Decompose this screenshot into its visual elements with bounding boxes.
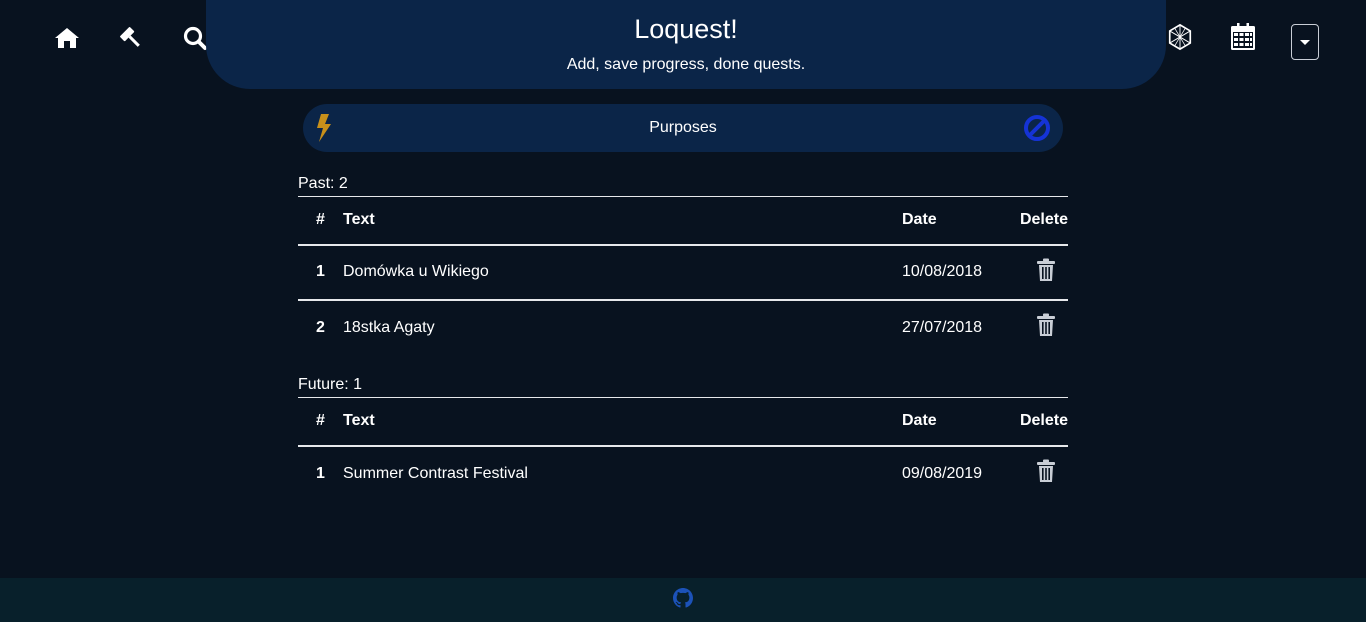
delete-cell [1002,244,1068,301]
header-banner: Loquest! Add, save progress, done quests… [206,0,1166,89]
column-header-delete: Delete [1002,196,1068,246]
caret-down-icon [1300,39,1310,45]
column-header-delete: Delete [1002,397,1068,447]
row-number: 1 [316,464,325,482]
gavel-icon[interactable] [117,24,145,52]
quest-text: Domówka u Wikiego [343,244,902,301]
column-header-date: Date [902,196,1002,246]
past-count-label: Past: 2 [298,175,348,192]
table-row: 2 18stka Agaty 27/07/2018 [298,300,1068,355]
row-number: 2 [316,318,325,336]
future-count-label: Future: 1 [298,376,363,393]
column-header-num: # [298,397,343,447]
quest-date: 09/08/2019 [902,464,983,482]
footer [0,578,1366,622]
quest-text: 18stka Agaty [343,318,435,336]
delete-cell [1002,446,1068,501]
delete-cell [1002,300,1068,355]
column-header-text: Text [343,397,902,447]
page-subtitle: Add, save progress, done quests. [566,56,806,73]
purposes-bar[interactable]: Purposes [303,104,1063,152]
trash-icon[interactable] [1036,313,1056,342]
row-number: 1 [298,244,343,301]
trash-icon[interactable] [1036,459,1056,488]
column-header-text: Text [343,196,902,246]
future-quests-table: # Text Date Delete 1 Summer Contrast Fes… [298,397,1068,501]
purposes-label: Purposes [649,119,717,136]
dropdown-toggle-button[interactable] [1291,24,1319,60]
table-row: 1 Domówka u Wikiego 10/08/2018 [298,244,1068,301]
ban-icon[interactable] [1023,114,1051,147]
column-header-num: # [298,196,343,246]
github-icon[interactable] [673,587,693,613]
home-icon[interactable] [53,24,81,52]
column-header-date: Date [902,397,1002,447]
app-page: Loquest! Add, save progress, done quests… [0,0,1366,622]
page-title: Loquest! [634,14,738,44]
table-header-row: # Text Date Delete [298,196,1068,246]
past-quests-table: # Text Date Delete 1 Domówka u Wikiego 1… [298,196,1068,355]
quest-date: 10/08/2018 [902,244,1002,301]
network-icon[interactable] [1166,23,1194,51]
quest-date: 27/07/2018 [902,318,983,336]
table-header-row: # Text Date Delete [298,397,1068,447]
quest-text: Summer Contrast Festival [343,464,528,482]
calendar-icon[interactable] [1229,23,1257,51]
table-row: 1 Summer Contrast Festival 09/08/2019 [298,446,1068,501]
trash-icon[interactable] [1036,258,1056,287]
search-icon[interactable] [181,24,209,52]
